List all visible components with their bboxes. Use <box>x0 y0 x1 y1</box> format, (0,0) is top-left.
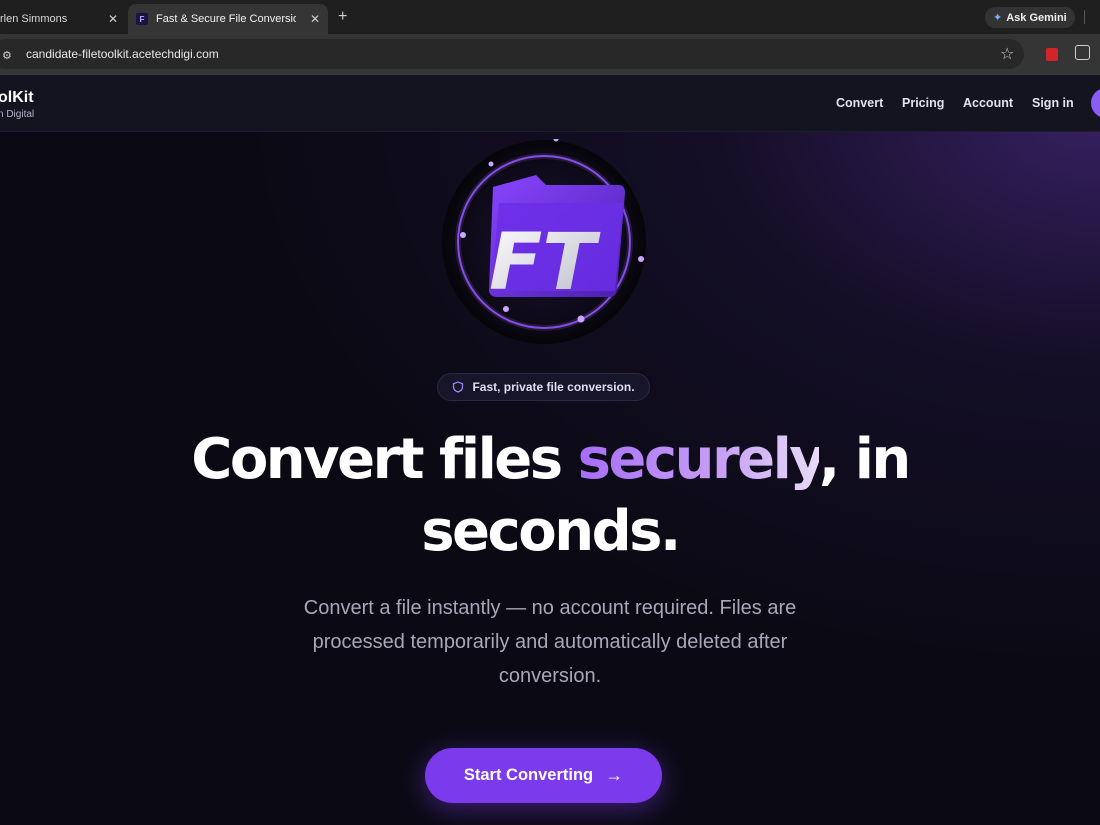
headline-part2: , in <box>818 427 911 492</box>
logo-letters: FT <box>489 218 601 308</box>
nav-pricing[interactable]: Pricing <box>902 96 944 110</box>
url-text[interactable]: candidate-filetoolkit.acetechdigi.com <box>26 47 219 61</box>
headline-part1: Convert files <box>191 427 578 492</box>
brand-subtitle: n Digital <box>0 109 35 120</box>
hero-subtext: Convert a file instantly — no account re… <box>303 597 797 619</box>
extension-icon[interactable] <box>1046 48 1058 61</box>
browser-tab-bar: rlen Simmons ✕ F Fast & Secure File Conv… <box>0 0 1100 34</box>
site-navbar: olKit n Digital Convert Pricing Account … <box>0 75 1100 132</box>
browser-tab-active[interactable]: F Fast & Secure File Conversion – ✕ <box>128 4 328 34</box>
page: olKit n Digital Convert Pricing Account … <box>0 75 1100 825</box>
nav-convert[interactable]: Convert <box>836 96 883 110</box>
hero-headline: Convert files securely, in <box>0 427 1100 492</box>
start-converting-button[interactable]: Start Converting → <box>425 748 662 803</box>
favicon-icon: F <box>136 13 148 25</box>
nav-cta-button[interactable] <box>1091 88 1100 118</box>
tab-title: Fast & Secure File Conversion – <box>156 13 296 25</box>
new-tab-button[interactable]: + <box>338 8 347 26</box>
brand-name[interactable]: olKit <box>0 89 34 107</box>
toolbar-divider <box>1084 10 1085 24</box>
headline-accent: securely <box>577 427 822 492</box>
ask-gemini-button[interactable]: ✦ Ask Gemini <box>985 7 1075 28</box>
hero-subtext: processed temporarily and automatically … <box>312 631 788 653</box>
site-settings-icon[interactable]: ⚙ <box>2 49 12 62</box>
extensions-puzzle-icon[interactable] <box>1075 45 1090 60</box>
shield-icon <box>453 381 464 393</box>
arrow-right-icon: → <box>605 765 624 785</box>
hero-subtext: conversion. <box>498 665 602 687</box>
close-icon[interactable]: ✕ <box>310 12 320 26</box>
gemini-icon: ✦ <box>993 12 1003 24</box>
cta-label: Start Converting <box>463 766 594 784</box>
nav-account[interactable]: Account <box>963 96 1013 110</box>
nav-sign-in[interactable]: Sign in <box>1032 96 1074 110</box>
bookmark-star-icon[interactable]: ☆ <box>1000 44 1014 64</box>
filetoolkit-logo: FT <box>442 139 646 344</box>
browser-tab[interactable]: rlen Simmons ✕ <box>0 4 126 34</box>
tab-title: rlen Simmons <box>0 13 68 25</box>
hero-headline-line2: seconds. <box>421 499 681 564</box>
feature-badge: Fast, private file conversion. <box>437 373 650 401</box>
close-icon[interactable]: ✕ <box>108 12 118 26</box>
badge-text: Fast, private file conversion. <box>472 380 635 394</box>
ask-gemini-label: Ask Gemini <box>1006 11 1067 24</box>
